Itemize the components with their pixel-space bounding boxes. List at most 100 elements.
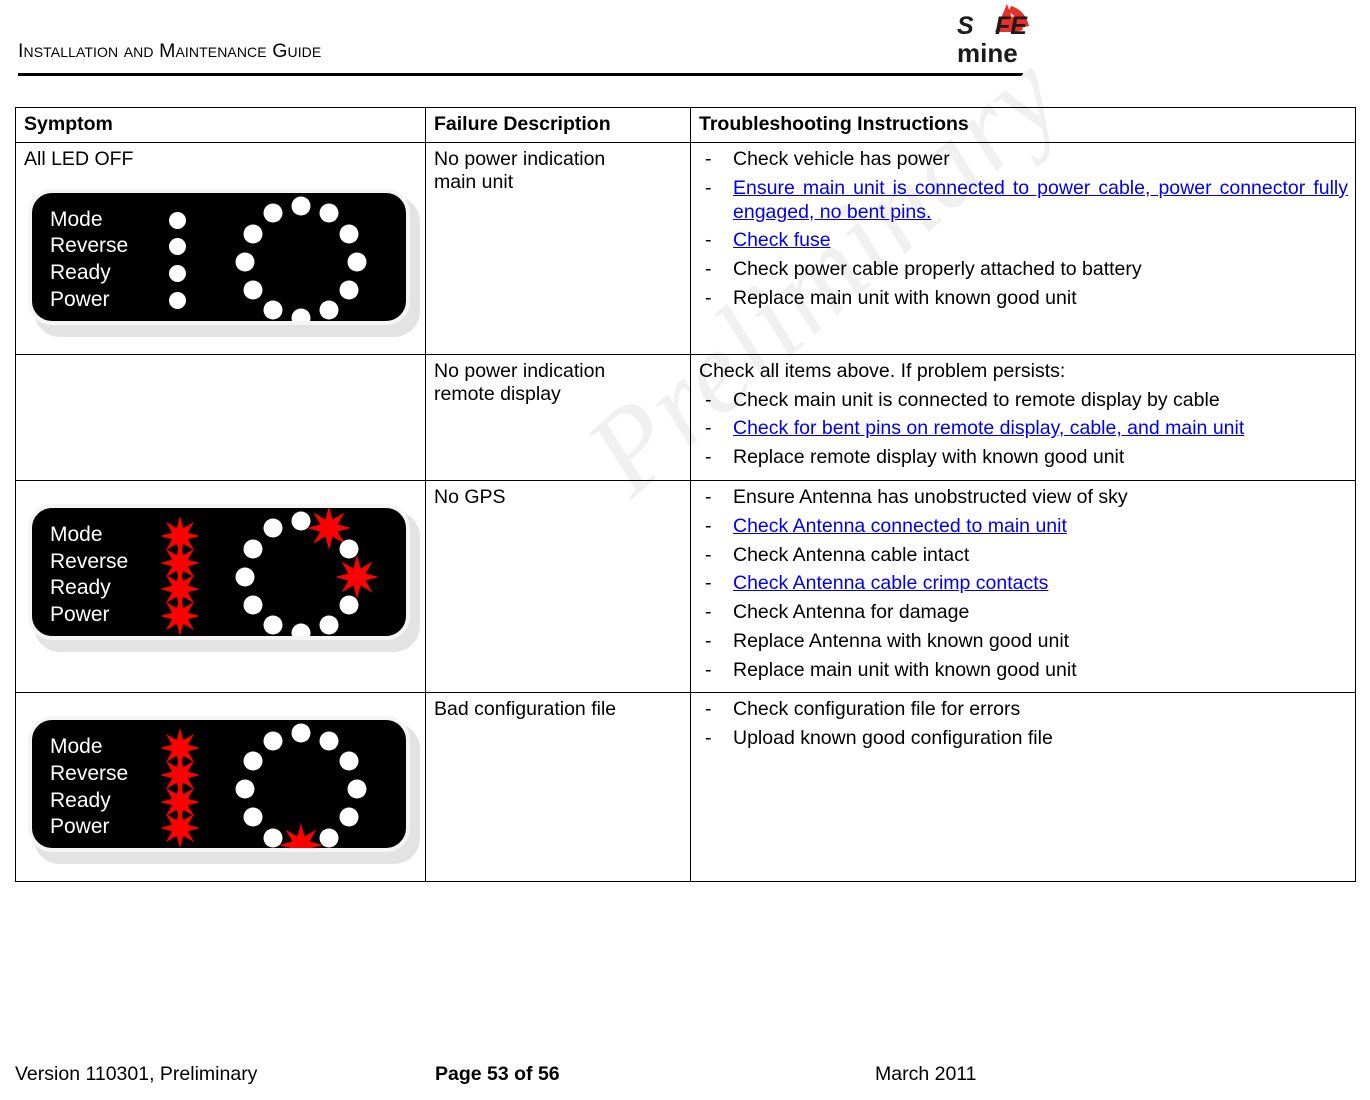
led-label-power: Power (50, 602, 110, 626)
page-footer: Version 110301, Preliminary Page 53 of 5… (0, 1063, 1370, 1097)
instruction-text: Check configuration file for errors (733, 698, 1021, 721)
table-row: Mode Reverse Ready Power No GPS - Ensure Anten… (15, 479, 1356, 694)
ring-led-dot-icon (291, 308, 311, 321)
bullet-dash: - (705, 229, 712, 252)
instruction-link[interactable]: Ensure main unit is connected to power c… (733, 177, 1348, 223)
led-label-mode: Mode (50, 522, 103, 546)
failure-text: No GPS (434, 485, 506, 508)
instruction-item: - Check vehicle has power (699, 148, 1348, 172)
cell-troubleshooting: - Ensure Antenna has unobstructed view of… (690, 479, 1356, 694)
instruction-item: - Check main unit is connected to remote … (699, 389, 1348, 413)
instruction-link[interactable]: Check fuse (733, 229, 831, 251)
page-header: Installation and Maintenance Guide S FE … (0, 0, 1370, 90)
instruction-text: Check power cable properly attached to b… (733, 258, 1142, 281)
footer-version: Version 110301, Preliminary (15, 1063, 258, 1085)
bullet-dash: - (705, 417, 712, 440)
ring-led-dot-icon (347, 779, 367, 799)
bullet-dash: - (705, 629, 712, 652)
led-dot-icon (169, 238, 186, 256)
instruction-item: - Replace Antenna with known good unit (699, 630, 1348, 654)
instruction-link[interactable]: Check Antenna cable crimp contacts (733, 572, 1048, 594)
instruction-text: Replace main unit with known good unit (733, 658, 1077, 681)
instruction-item: - Check fuse (699, 229, 1348, 253)
led-label-mode: Mode (50, 735, 103, 759)
cell-failure-description: No power indication remote display (425, 353, 691, 481)
instruction-item: - Replace main unit with known good unit (699, 287, 1348, 311)
bullet-dash: - (705, 514, 712, 537)
cell-troubleshooting: - Check configuration file for errors - Upl… (690, 692, 1356, 883)
bullet-dash: - (705, 176, 712, 199)
ring-led-dot-icon (319, 300, 339, 320)
instruction-text: Replace remote display with known good u… (733, 446, 1125, 469)
led-indicator-device: Mode Reverse Ready Power (28, 188, 420, 337)
device-body: Mode Reverse Ready Power (28, 716, 410, 853)
page-title: Installation and Maintenance Guide (18, 40, 322, 62)
instruction-text: Check Antenna for damage (733, 601, 970, 624)
led-label-power: Power (50, 815, 110, 839)
ring-led-dot-icon (339, 224, 359, 244)
ring-led-dot-icon (339, 807, 359, 827)
svg-text:mine: mine (957, 38, 1018, 68)
instruction-item: - Check Antenna cable intact (699, 544, 1348, 568)
instruction-link[interactable]: Check Antenna connected to main unit (733, 515, 1067, 537)
led-dot-icon (169, 211, 186, 229)
instruction-item: - Ensure Antenna has unobstructed view of… (699, 486, 1348, 510)
led-star-icon (160, 595, 200, 636)
column-header-troubleshooting-instructions: Troubleshooting Instructions (690, 107, 1356, 143)
instruction-text: Replace Antenna with known good unit (733, 629, 1070, 652)
ring-led-dot-icon (243, 595, 262, 615)
svg-text:S: S (957, 12, 974, 40)
led-star-icon (160, 808, 200, 849)
led-label-group: Mode Reverse Ready Power (50, 207, 170, 313)
bullet-dash: - (705, 286, 712, 309)
cell-symptom: Mode Reverse Ready Power (15, 692, 426, 883)
instruction-list: - Ensure Antenna has unobstructed view of… (699, 486, 1348, 682)
ring-led-dot-icon (263, 203, 283, 223)
instruction-link[interactable]: Check for bent pins on remote display, c… (733, 417, 1244, 439)
ring-led-dot-icon (263, 615, 283, 635)
led-dot-icon (169, 265, 186, 282)
ring-led-dot-icon (339, 595, 359, 615)
ring-led-dot-icon (263, 300, 283, 320)
instruction-list: - Check main unit is connected to remote … (699, 389, 1348, 470)
instruction-text: Upload known good configuration file (733, 727, 1053, 750)
cell-troubleshooting: - Check vehicle has power - Ensure main uni… (690, 142, 1356, 355)
ring-led-dot-icon (291, 623, 311, 636)
table-header-row: Symptom Failure Description Troubleshoot… (15, 107, 1356, 143)
ring-led-dot-icon (291, 723, 311, 743)
ring-led-dot-icon (339, 280, 359, 300)
table-body: All LED OFF Mode Reverse Ready Power No power… (15, 142, 1356, 883)
instruction-lead-in: Check all items above. If problem persis… (699, 359, 1066, 382)
instruction-text: Check main unit is connected to remote d… (733, 388, 1220, 411)
led-indicator-device: Mode Reverse Ready Power (28, 716, 420, 865)
led-label-reverse: Reverse (50, 234, 129, 258)
safemine-logo: S FE mine (955, 2, 1055, 68)
bullet-dash: - (705, 698, 712, 721)
led-dot-icon (169, 291, 186, 309)
led-label-ready: Ready (50, 576, 111, 600)
instruction-text: Check Antenna cable intact (733, 543, 970, 566)
ring-led-dot-icon (339, 751, 359, 771)
led-label-ready: Ready (50, 788, 111, 812)
instruction-item: - Check Antenna connected to main unit (699, 515, 1348, 539)
footer-date: March 2011 (875, 1063, 977, 1085)
status-led-column (166, 207, 200, 313)
instruction-list: - Check configuration file for errors - Upl… (699, 698, 1348, 751)
status-led-column (160, 728, 200, 849)
instruction-list: - Check vehicle has power - Ensure main uni… (699, 148, 1348, 311)
ring-led-dot-icon (243, 280, 262, 300)
instruction-text: Replace main unit with known good unit (733, 286, 1077, 309)
ring-led-dot-icon (263, 731, 283, 751)
led-label-group: Mode Reverse Ready Power (50, 734, 170, 840)
bullet-dash: - (705, 148, 712, 170)
bullet-dash: - (705, 388, 712, 411)
cell-failure-description: Bad configuration file (425, 692, 691, 883)
bullet-dash: - (705, 601, 712, 624)
bullet-dash: - (705, 572, 712, 595)
led-ring (228, 723, 374, 849)
troubleshooting-table: Symptom Failure Description Troubleshoot… (15, 107, 1356, 883)
cell-symptom (15, 353, 426, 481)
led-label-power: Power (50, 287, 110, 311)
status-led-power (166, 287, 200, 314)
ring-led-dot-icon (243, 807, 262, 827)
